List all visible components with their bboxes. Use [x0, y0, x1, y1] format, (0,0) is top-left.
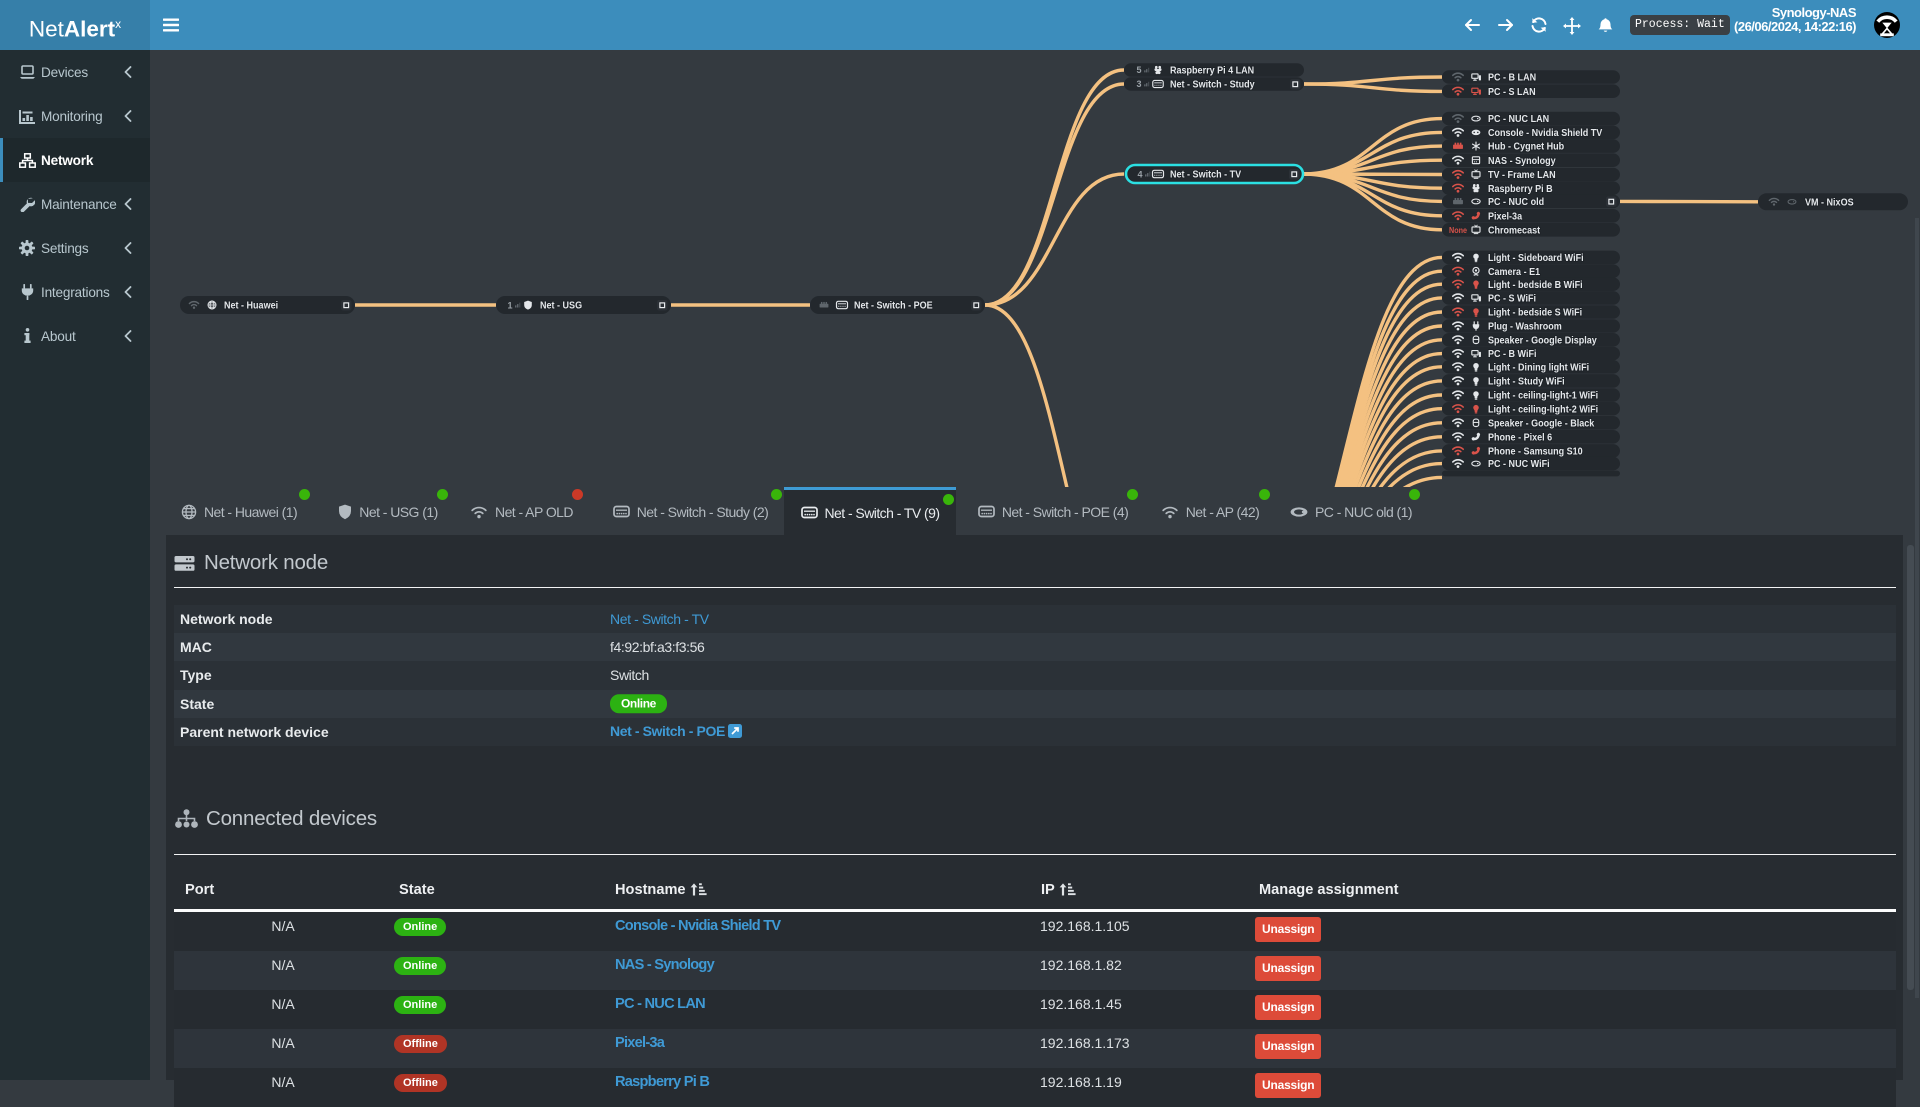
- svg-text:PC - NUC old: PC - NUC old: [1488, 197, 1544, 208]
- svg-text:3: 3: [1136, 79, 1141, 89]
- svg-text:TV - Frame LAN: TV - Frame LAN: [1488, 170, 1556, 181]
- svg-text:Net - Switch - Study: Net - Switch - Study: [1170, 80, 1255, 91]
- svg-text:PC - NUC LAN: PC - NUC LAN: [1488, 114, 1549, 125]
- svg-text:PC - S WiFi: PC - S WiFi: [1488, 294, 1536, 305]
- svg-text:Chromecast: Chromecast: [1488, 225, 1541, 236]
- svg-text:Raspberry Pi 4 LAN: Raspberry Pi 4 LAN: [1170, 66, 1254, 77]
- svg-text:None: None: [1449, 225, 1467, 235]
- svg-text:NAS - Synology: NAS - Synology: [1488, 156, 1556, 167]
- svg-text:PC - NUC WiFi: PC - NUC WiFi: [1488, 459, 1550, 470]
- svg-text:Light - ceiling-light-2 WiFi: Light - ceiling-light-2 WiFi: [1488, 404, 1598, 415]
- svg-text:PC - B LAN: PC - B LAN: [1488, 73, 1536, 84]
- svg-text:Net - Huawei: Net - Huawei: [224, 301, 278, 312]
- svg-text:Light - Study WiFi: Light - Study WiFi: [1488, 377, 1565, 388]
- svg-text:PC - B WiFi: PC - B WiFi: [1488, 349, 1537, 360]
- svg-text:Light - bedside B WiFi: Light - bedside B WiFi: [1488, 280, 1583, 291]
- svg-text:Light - bedside S WiFi: Light - bedside S WiFi: [1488, 308, 1582, 319]
- svg-text:Plug - Washroom: Plug - Washroom: [1488, 322, 1562, 333]
- svg-text:Speaker - Google Display: Speaker - Google Display: [1488, 335, 1597, 346]
- svg-text:Net - USG: Net - USG: [540, 301, 582, 312]
- svg-text:Hub - Cygnet Hub: Hub - Cygnet Hub: [1488, 142, 1564, 153]
- svg-text:1: 1: [507, 300, 512, 310]
- svg-text:Light - ceiling-light-1 WiFi: Light - ceiling-light-1 WiFi: [1488, 391, 1598, 402]
- svg-text:PC - S LAN: PC - S LAN: [1488, 87, 1536, 98]
- svg-text:Raspberry Pi B: Raspberry Pi B: [1488, 184, 1553, 195]
- svg-text:VM - NixOS: VM - NixOS: [1805, 197, 1854, 208]
- svg-text:Camera - E1: Camera - E1: [1488, 267, 1540, 278]
- svg-text:Console - Nvidia Shield TV: Console - Nvidia Shield TV: [1488, 128, 1602, 139]
- svg-text:Phone - Pixel 6: Phone - Pixel 6: [1488, 432, 1552, 443]
- svg-text:Light - Sideboard WiFi: Light - Sideboard WiFi: [1488, 253, 1584, 264]
- svg-text:4: 4: [1137, 169, 1142, 179]
- svg-text:Phone - Samsung S10: Phone - Samsung S10: [1488, 447, 1583, 458]
- svg-text:Light - Dining light WiFi: Light - Dining light WiFi: [1488, 362, 1589, 373]
- svg-text:Net - Switch - POE: Net - Switch - POE: [854, 301, 933, 312]
- svg-text:Pixel-3a: Pixel-3a: [1488, 211, 1522, 222]
- svg-text:5: 5: [1136, 65, 1141, 75]
- svg-text:Net - Switch - TV: Net - Switch - TV: [1170, 170, 1241, 181]
- svg-text:Speaker - Google - Black: Speaker - Google - Black: [1488, 418, 1595, 429]
